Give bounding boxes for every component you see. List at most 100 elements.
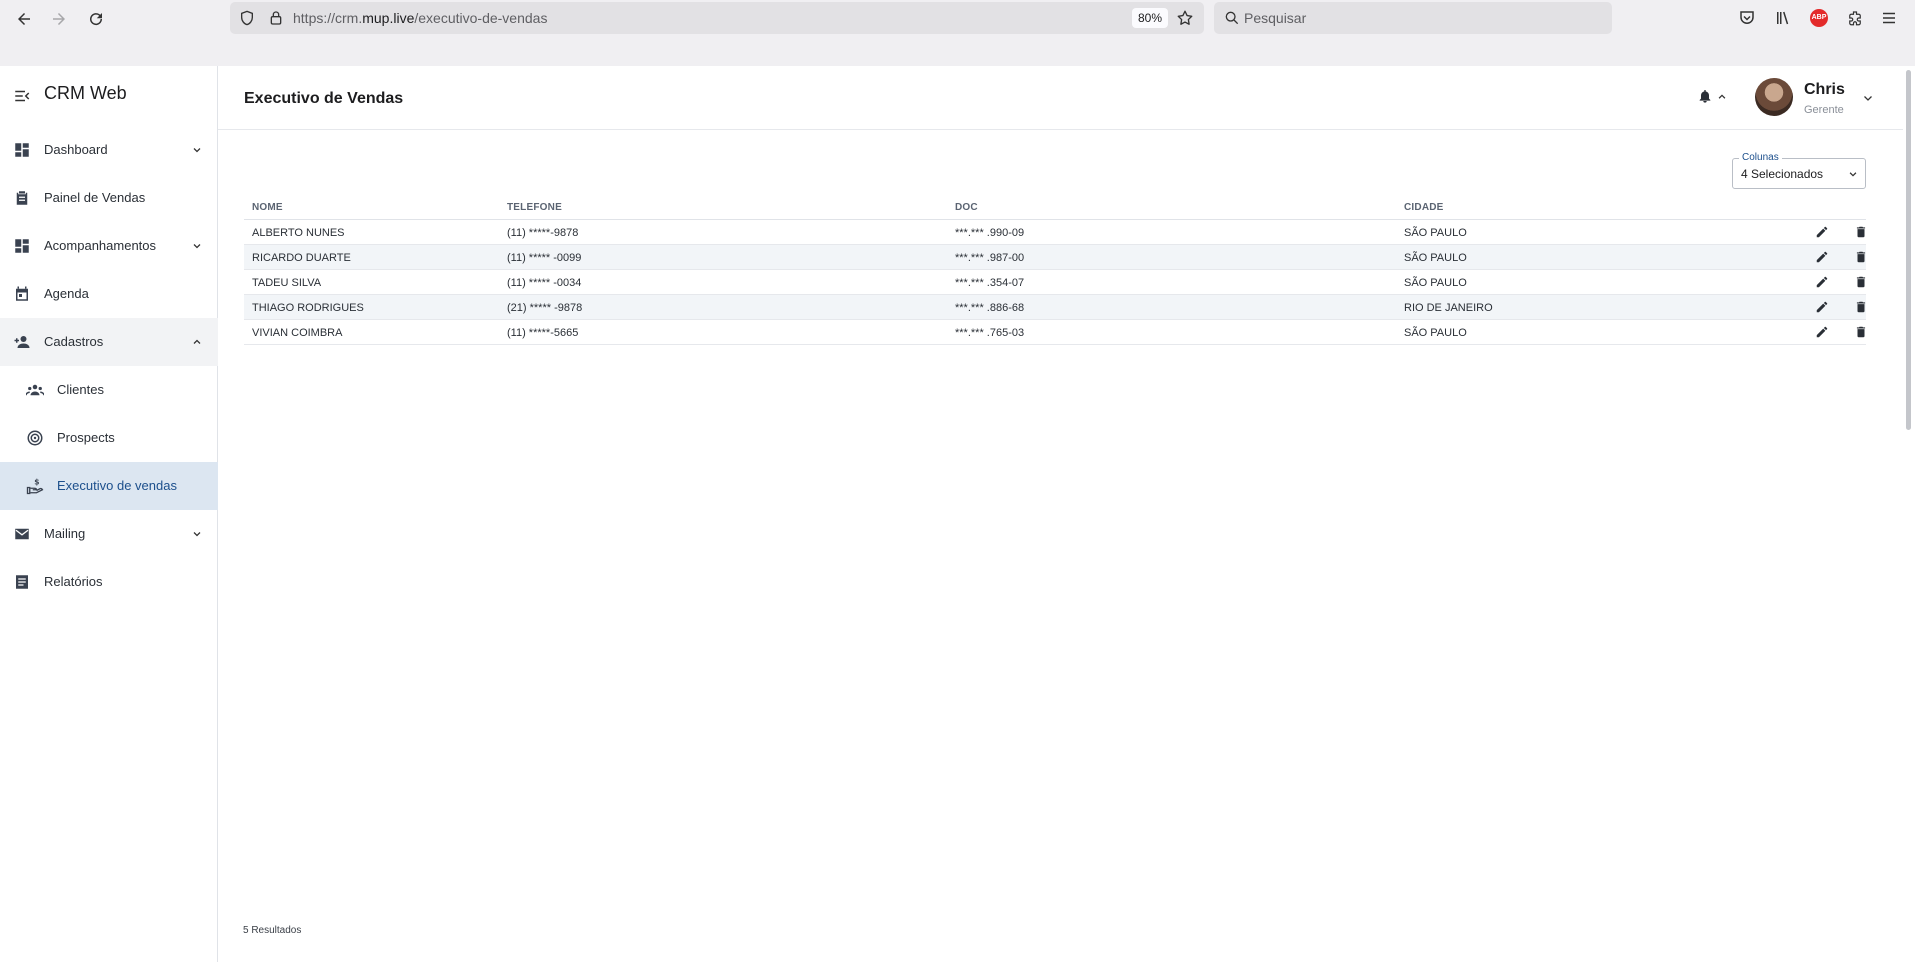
columns-select[interactable]: Colunas 4 Selecionados xyxy=(1732,152,1866,189)
table-row[interactable]: ALBERTO NUNES (11) *****-9878 ***.*** .9… xyxy=(244,220,1866,245)
sidebar-item-label: Cadastros xyxy=(44,334,104,349)
delete-trash-icon[interactable] xyxy=(1854,325,1868,339)
arrow-left-icon xyxy=(18,13,30,25)
back-button[interactable] xyxy=(10,8,38,30)
cell-cidade: SÃO PAULO xyxy=(1404,227,1467,239)
edit-pencil-icon[interactable] xyxy=(1815,225,1829,239)
dashboard-icon xyxy=(15,239,29,253)
sidebar-item-label: Executivo de vendas xyxy=(57,478,177,493)
sidebar-item-label: Clientes xyxy=(57,382,104,397)
url-prefix: https://crm. xyxy=(293,10,363,26)
chevron-up-icon[interactable] xyxy=(1717,92,1727,102)
delete-trash-icon[interactable] xyxy=(1854,275,1868,289)
sidebar-item-label: Relatórios xyxy=(44,574,103,589)
sidebar-item-executivo-de-vendas[interactable]: $ Executivo de vendas xyxy=(0,462,218,510)
sidebar-item-label: Prospects xyxy=(57,430,115,445)
search-icon xyxy=(1225,11,1239,25)
chevron-down-icon[interactable] xyxy=(191,144,203,156)
table-row[interactable]: THIAGO RODRIGUES (21) ***** -9878 ***.**… xyxy=(244,295,1866,320)
sidebar-item-dashboard[interactable]: Dashboard xyxy=(0,126,218,174)
sidebar-item-cadastros[interactable]: Cadastros xyxy=(0,318,218,366)
cell-nome: RICARDO DUARTE xyxy=(252,252,351,264)
sidebar-item-relatorios[interactable]: Relatórios xyxy=(0,558,218,606)
delete-trash-icon[interactable] xyxy=(1854,225,1868,239)
delete-trash-icon[interactable] xyxy=(1854,300,1868,314)
edit-pencil-icon[interactable] xyxy=(1815,300,1829,314)
sidebar-item-label: Dashboard xyxy=(44,142,108,157)
chevron-down-icon xyxy=(1849,172,1857,177)
crm-app: CRM Web Dashboard Painel de Vendas Acomp… xyxy=(0,66,1915,962)
target-icon xyxy=(27,430,43,446)
reload-button[interactable] xyxy=(82,8,110,30)
sidebar-item-prospects[interactable]: Prospects xyxy=(0,414,218,462)
extensions-icon[interactable] xyxy=(1846,9,1864,27)
forward-button[interactable] xyxy=(45,8,73,30)
edit-pencil-icon[interactable] xyxy=(1815,250,1829,264)
cell-cidade: SÃO PAULO xyxy=(1404,277,1467,289)
sales-executives-table: NOME TELEFONE DOC CIDADE ALBERTO NUNES (… xyxy=(244,194,1866,345)
browser-toolbar: https://crm.mup.live/executivo-de-vendas… xyxy=(0,0,1915,66)
sidebar-item-acompanhamentos[interactable]: Acompanhamentos xyxy=(0,222,218,270)
cell-nome: ALBERTO NUNES xyxy=(252,227,345,239)
delete-trash-icon[interactable] xyxy=(1854,250,1868,264)
column-header-cidade[interactable]: CIDADE xyxy=(1404,202,1444,213)
url-text[interactable]: https://crm.mup.live/executivo-de-vendas xyxy=(293,10,547,26)
cell-doc: ***.*** .990-09 xyxy=(955,227,1025,239)
table-header: NOME TELEFONE DOC CIDADE xyxy=(244,194,1866,220)
adblock-plus-icon[interactable]: ABP xyxy=(1810,9,1828,27)
reload-icon xyxy=(90,13,103,26)
scrollbar-thumb[interactable] xyxy=(1906,70,1911,430)
columns-select-label: Colunas xyxy=(1739,152,1782,163)
columns-select-value: 4 Selecionados xyxy=(1741,167,1824,181)
chevron-down-icon[interactable] xyxy=(1862,92,1874,104)
report-icon xyxy=(16,575,28,589)
results-count: 5 Resultados xyxy=(243,925,302,936)
brand: CRM Web xyxy=(0,66,218,126)
table-row[interactable]: RICARDO DUARTE (11) ***** -0099 ***.*** … xyxy=(244,245,1866,270)
page-scrollbar[interactable] xyxy=(1903,66,1915,962)
column-header-nome[interactable]: NOME xyxy=(252,202,283,213)
table-row[interactable]: TADEU SILVA (11) ***** -0034 ***.*** .35… xyxy=(244,270,1866,295)
edit-pencil-icon[interactable] xyxy=(1815,325,1829,339)
chevron-up-icon[interactable] xyxy=(191,336,203,348)
bell-icon[interactable] xyxy=(1697,88,1713,104)
avatar[interactable] xyxy=(1755,78,1793,116)
shield-icon[interactable] xyxy=(239,10,255,26)
sidebar-item-painel-de-vendas[interactable]: Painel de Vendas xyxy=(0,174,218,222)
page-title: Executivo de Vendas xyxy=(244,90,404,107)
sidebar-item-label: Painel de Vendas xyxy=(44,190,146,205)
chevron-down-icon[interactable] xyxy=(191,240,203,252)
cell-nome: TADEU SILVA xyxy=(252,277,322,289)
chevron-down-icon[interactable] xyxy=(191,528,203,540)
lock-icon[interactable] xyxy=(268,10,284,26)
user-name[interactable]: Chris xyxy=(1804,81,1845,99)
arrow-right-icon xyxy=(53,13,65,25)
library-icon[interactable] xyxy=(1774,9,1792,27)
sidebar-item-agenda[interactable]: Agenda xyxy=(0,270,218,318)
hand-money-icon: $ xyxy=(26,478,44,495)
sidebar-item-label: Mailing xyxy=(44,526,86,541)
cell-doc: ***.*** .354-07 xyxy=(955,277,1025,289)
zoom-level-badge[interactable]: 80% xyxy=(1132,8,1169,28)
browser-search-bar[interactable] xyxy=(1214,2,1612,34)
bookmark-star-icon[interactable] xyxy=(1176,9,1194,27)
page-header: Executivo de Vendas Chris Gerente xyxy=(218,66,1903,130)
url-bar[interactable]: https://crm.mup.live/executivo-de-vendas… xyxy=(230,2,1204,34)
edit-pencil-icon[interactable] xyxy=(1815,275,1829,289)
column-header-telefone[interactable]: TELEFONE xyxy=(507,202,562,213)
cell-cidade: SÃO PAULO xyxy=(1404,252,1467,264)
hamburger-menu-icon[interactable] xyxy=(1880,9,1898,27)
cell-telefone: (11) *****-9878 xyxy=(507,227,579,239)
sidebar-item-mailing[interactable]: Mailing xyxy=(0,510,218,558)
collapse-menu-icon[interactable] xyxy=(13,87,31,105)
cell-doc: ***.*** .765-03 xyxy=(955,327,1025,339)
browser-search-input[interactable] xyxy=(1244,8,1584,28)
table-row[interactable]: VIVIAN COIMBRA (11) *****-5665 ***.*** .… xyxy=(244,320,1866,345)
cell-nome: THIAGO RODRIGUES xyxy=(252,302,364,314)
pocket-icon[interactable] xyxy=(1738,9,1756,27)
url-path: /executivo-de-vendas xyxy=(414,10,548,26)
cell-nome: VIVIAN COIMBRA xyxy=(252,327,343,339)
sidebar-item-clientes[interactable]: Clientes xyxy=(0,366,218,414)
dashboard-icon xyxy=(15,143,29,157)
column-header-doc[interactable]: DOC xyxy=(955,202,978,213)
